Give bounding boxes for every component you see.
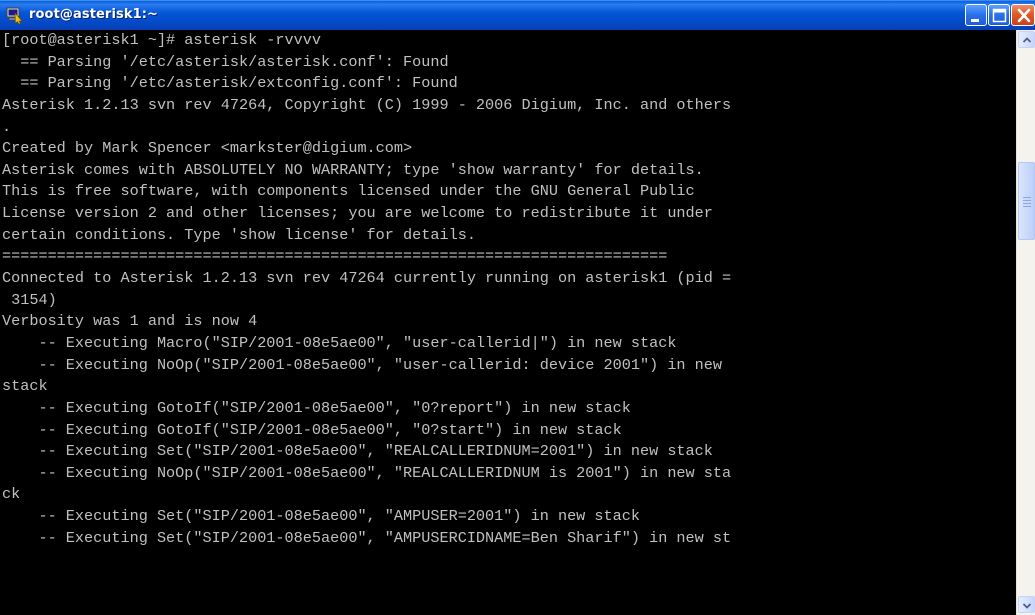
terminal-line: ========================================…: [2, 247, 668, 266]
terminal-output[interactable]: [root@asterisk1 ~]# asterisk -rvvvv == P…: [0, 30, 1016, 615]
terminal-line: ck: [2, 485, 21, 504]
terminal-line: -- Executing Set("SIP/2001-08e5ae00", "R…: [2, 442, 713, 461]
terminal-line: stack: [2, 377, 48, 396]
title-bar[interactable]: root@asterisk1:~: [0, 0, 1035, 30]
terminal-line: -- Executing Set("SIP/2001-08e5ae00", "A…: [2, 507, 640, 526]
vertical-scrollbar[interactable]: [1016, 30, 1035, 615]
scroll-thumb[interactable]: [1018, 162, 1035, 240]
terminal-line: Asterisk comes with ABSOLUTELY NO WARRAN…: [2, 160, 704, 179]
terminal-line: certain conditions. Type 'show license' …: [2, 225, 476, 244]
scroll-up-button[interactable]: [1018, 31, 1035, 48]
chevron-down-icon: [1022, 603, 1032, 609]
terminal-line: -- Executing GotoIf("SIP/2001-08e5ae00",…: [2, 420, 622, 439]
terminal-line: Verbosity was 1 and is now 4: [2, 312, 258, 331]
terminal-line: -- Executing Set("SIP/2001-08e5ae00", "A…: [2, 528, 732, 547]
close-button[interactable]: [1011, 4, 1035, 26]
chevron-up-icon: [1022, 37, 1032, 43]
maximize-icon: [992, 8, 1007, 23]
window-title: root@asterisk1:~: [29, 7, 159, 22]
putty-icon[interactable]: [6, 7, 24, 25]
minimize-icon: [971, 19, 979, 22]
terminal-line: == Parsing '/etc/asterisk/asterisk.conf'…: [2, 52, 449, 71]
terminal-line: -- Executing NoOp("SIP/2001-08e5ae00", "…: [2, 463, 732, 482]
terminal-line: [root@asterisk1 ~]# asterisk -rvvvv: [2, 31, 321, 49]
terminal-window: root@asterisk1:~ [root@asterisk1 ~]# ast…: [0, 0, 1035, 615]
terminal-line: -- Executing NoOp("SIP/2001-08e5ae00", "…: [2, 355, 723, 374]
terminal-line: License version 2 and other licenses; yo…: [2, 204, 713, 223]
terminal-line: -- Executing GotoIf("SIP/2001-08e5ae00",…: [2, 398, 631, 417]
terminal-line: .: [2, 117, 12, 136]
terminal-line: Connected to Asterisk 1.2.13 svn rev 472…: [2, 269, 732, 288]
close-icon: [1017, 8, 1031, 23]
terminal-line: == Parsing '/etc/asterisk/extconfig.conf…: [2, 74, 458, 93]
terminal-line: This is free software, with components l…: [2, 182, 695, 201]
terminal-line: Asterisk 1.2.13 svn rev 47264, Copyright…: [2, 95, 732, 114]
terminal-line: -- Executing Macro("SIP/2001-08e5ae00", …: [2, 333, 677, 352]
scroll-down-button[interactable]: [1018, 596, 1035, 613]
maximize-button[interactable]: [988, 4, 1010, 26]
terminal-line: Created by Mark Spencer <markster@digium…: [2, 139, 413, 158]
minimize-button[interactable]: [965, 4, 987, 26]
terminal-line: 3154): [2, 290, 57, 309]
